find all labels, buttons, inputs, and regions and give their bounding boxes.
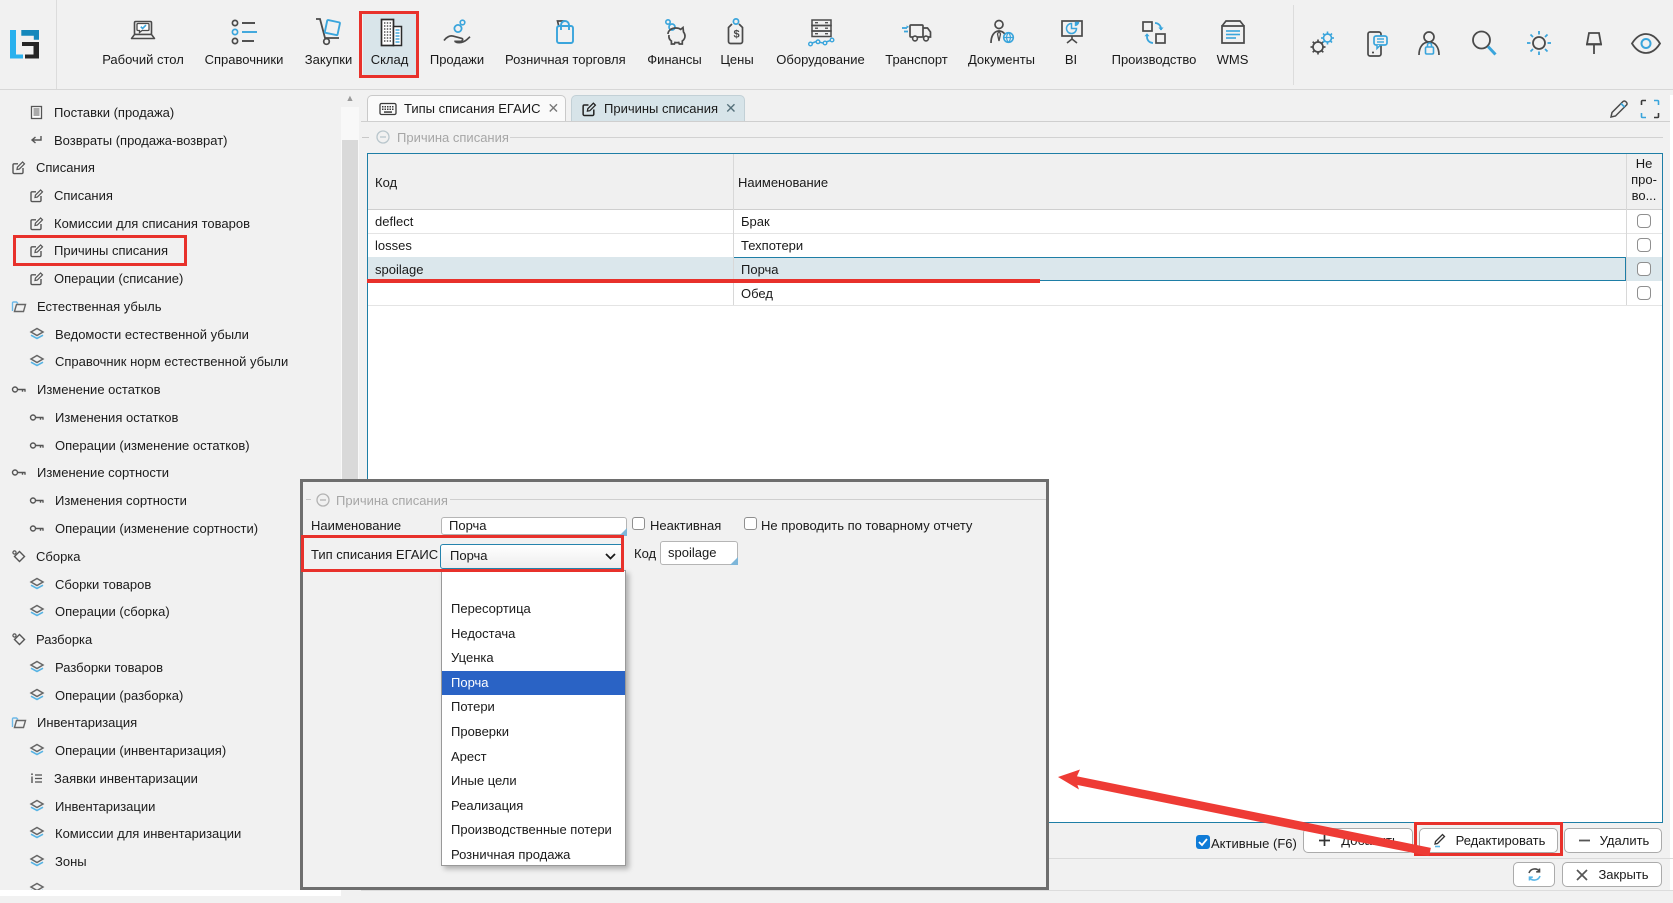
svg-text:$: $ (733, 29, 739, 41)
